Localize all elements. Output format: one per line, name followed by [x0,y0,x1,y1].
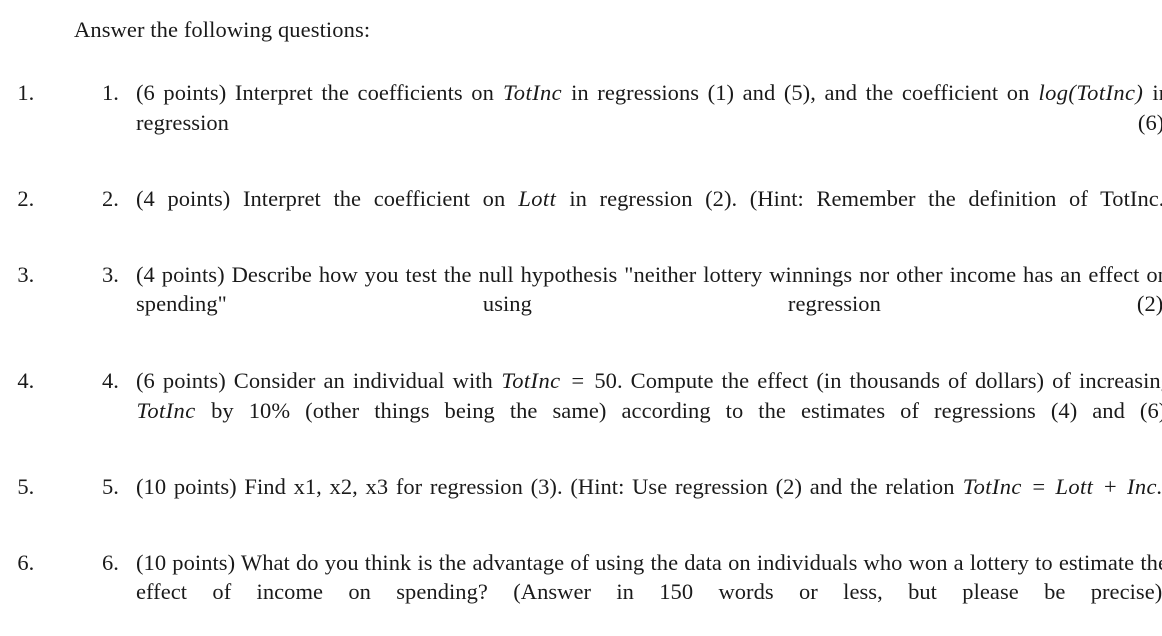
question-item-3: 3. (4 points) Describe how you test the … [40,260,1162,349]
question-text-4a: Consider an individual with [234,368,501,393]
question-body-1: (6 points) Interpret the coefficients on… [136,78,1162,167]
math-var-lott-5: Lott [1055,474,1094,499]
question-item-6: 6. (10 points) What do you think is the … [40,548,1162,636]
question-text-1a: Interpret the coefficients on [235,80,503,105]
math-var-totinc-4a: TotInc [501,368,561,393]
math-var-totinc-4b: TotInc [136,398,196,423]
question-points-2: (4 points) [136,186,230,211]
questions-list: 1. (6 points) Interpret the coefficients… [0,78,1162,636]
math-operator-equals-4: = [561,368,594,393]
question-item-2: 2. (4 points) Interpret the coefficient … [40,184,1162,243]
question-number-5: 5. [102,472,132,502]
question-text-6a: What do you think is the advantage of us… [136,550,1162,605]
math-operator-plus-5: + [1094,474,1127,499]
math-var-totinc-5: TotInc [962,474,1022,499]
question-number-1: 1. [102,78,132,108]
question-item-1: 1. (6 points) Interpret the coefficients… [40,78,1162,167]
question-text-4c: by 10% (other things being the same) acc… [196,398,1162,423]
question-points-1: (6 points) [136,80,226,105]
question-points-4: (6 points) [136,368,226,393]
math-var-logtotinc-1: log(TotInc) [1038,80,1144,105]
question-item-4: 4. (6 points) Consider an individual wit… [40,366,1162,455]
document-page: Answer the following questions: 1. (6 po… [0,0,1162,516]
question-points-5: (10 points) [136,474,237,499]
question-points-6: (10 points) [136,550,235,575]
question-text-2a: Interpret the coefficient on [243,186,518,211]
question-body-6: (10 points) What do you think is the adv… [136,548,1162,636]
question-number-3: 3. [102,260,132,290]
question-text-1b: in regressions (1) and (5), and the coef… [563,80,1038,105]
question-points-3: (4 points) [136,262,225,287]
math-operator-equals-5: = [1022,474,1055,499]
question-text-5a: Find x1, x2, x3 for regression (3). (Hin… [244,474,962,499]
math-var-totinc-1: TotInc [502,80,562,105]
question-number-6: 6. [102,548,132,578]
math-var-lott-2: Lott [518,186,557,211]
question-number-4: 4. [102,366,132,396]
math-value-50: 50 [594,368,617,393]
intro-line: Answer the following questions: [74,16,370,44]
question-body-4: (6 points) Consider an individual with T… [136,366,1162,455]
question-body-5: (10 points) Find x1, x2, x3 for regressi… [136,472,1162,531]
question-item-5: 5. (10 points) Find x1, x2, x3 for regre… [40,472,1162,531]
question-body-3: (4 points) Describe how you test the nul… [136,260,1162,349]
math-var-inc-5: Inc. [1126,474,1162,499]
question-number-2: 2. [102,184,132,214]
question-body-2: (4 points) Interpret the coefficient on … [136,184,1162,243]
question-text-2b: in regression (2). (Hint: Remember the d… [557,186,1162,211]
question-text-4b: . Compute the effect (in thousands of do… [617,368,1162,393]
question-text-3a: Describe how you test the null hypothesi… [136,262,1162,317]
